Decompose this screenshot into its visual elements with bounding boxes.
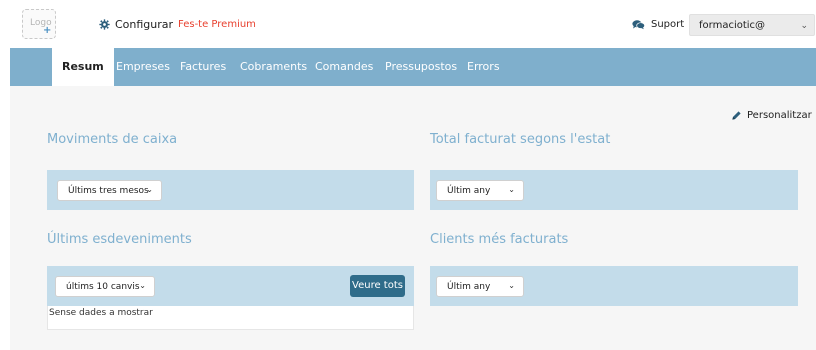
top-clients-period-value: Últim any	[447, 282, 491, 292]
total-billed-period-select[interactable]: Últim any ⌄	[436, 180, 524, 201]
chevron-down-icon: ⌄	[508, 281, 515, 290]
top-clients-title: Clients més facturats	[430, 232, 569, 247]
tab-pressupostos[interactable]: Pressupostos	[385, 48, 457, 86]
cash-movements-panel: Últims tres mesos ⌄	[47, 170, 414, 210]
chat-bubbles-icon	[632, 20, 645, 30]
top-clients-panel: Últim any ⌄	[430, 266, 798, 306]
configure-link[interactable]: Configurar	[99, 18, 173, 31]
latest-events-filter-select[interactable]: últims 10 canvis ⌄	[55, 276, 155, 297]
cash-movements-period-select[interactable]: Últims tres mesos ⌄	[57, 180, 162, 201]
main-nav: Resum Empreses Factures Cobraments Coman…	[10, 48, 816, 86]
cash-movements-title: Moviments de caixa	[47, 132, 178, 147]
tab-factures[interactable]: Factures	[180, 48, 226, 86]
user-account-select[interactable]: formaciotic@ ⌄	[689, 14, 815, 36]
add-logo-icon: +	[43, 25, 52, 36]
premium-link[interactable]: Fes-te Premium	[178, 19, 256, 30]
view-all-button[interactable]: Veure tots	[350, 275, 405, 297]
latest-events-filter-value: últims 10 canvis	[66, 282, 140, 292]
top-clients-period-select[interactable]: Últim any ⌄	[436, 276, 524, 297]
tab-empreses[interactable]: Empreses	[116, 48, 170, 86]
chevron-down-icon: ⌄	[508, 185, 515, 194]
chevron-down-icon: ⌄	[146, 185, 153, 194]
tab-cobraments[interactable]: Cobraments	[240, 48, 307, 86]
chevron-down-icon: ⌄	[139, 281, 146, 290]
gear-icon	[99, 19, 110, 30]
total-billed-title: Total facturat segons l'estat	[430, 132, 611, 147]
top-bar: Logo + Configurar Fes-te Premium Suport …	[0, 0, 816, 48]
tab-errors[interactable]: Errors	[467, 48, 500, 86]
support-link[interactable]: Suport	[632, 19, 684, 30]
total-billed-panel: Últim any ⌄	[430, 170, 798, 210]
latest-events-title: Últims esdeveniments	[47, 232, 192, 247]
empty-state-text: Sense dades a mostrar	[49, 308, 153, 318]
tab-resum[interactable]: Resum	[52, 48, 114, 86]
support-label: Suport	[651, 19, 685, 30]
pencil-icon	[732, 111, 741, 120]
total-billed-period-value: Últim any	[447, 186, 491, 196]
tab-comandes[interactable]: Comandes	[315, 48, 373, 86]
personalize-label: Personalitzar	[747, 110, 812, 121]
configure-label: Configurar	[115, 18, 174, 31]
user-account-value: formaciotic@	[699, 20, 766, 31]
personalize-link[interactable]: Personalitzar	[731, 110, 812, 121]
latest-events-list: Sense dades a mostrar	[47, 306, 414, 330]
cash-movements-period-value: Últims tres mesos	[68, 186, 149, 196]
chevron-down-icon: ⌄	[800, 21, 808, 31]
logo-upload[interactable]: Logo +	[22, 9, 56, 39]
